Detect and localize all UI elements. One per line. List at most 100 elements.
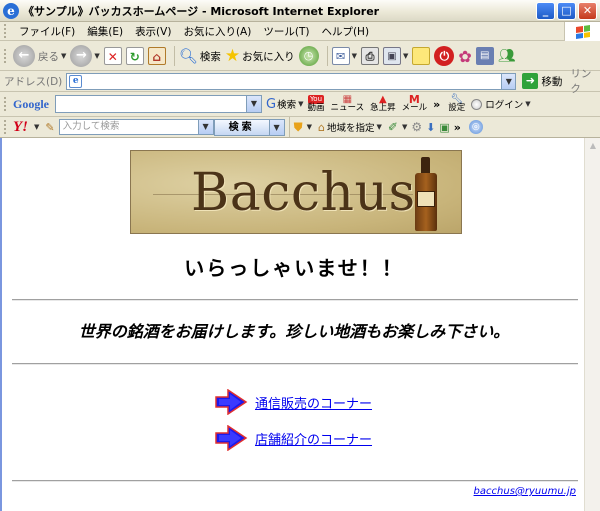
- google-settings-button[interactable]: 🔧︎ 設定: [448, 95, 465, 113]
- store-info-link[interactable]: 店舗紹介のコーナー: [255, 429, 372, 448]
- search-label: 検索: [199, 50, 221, 63]
- bookmark-icon[interactable]: ⬇: [426, 121, 435, 134]
- email-link[interactable]: bacchus@ryuumu.jp: [474, 486, 576, 497]
- minimize-button[interactable]: _: [536, 2, 555, 20]
- region-button[interactable]: ⌂ 地域を指定 ▼: [318, 120, 382, 135]
- more-chevron-icon[interactable]: »: [433, 98, 440, 111]
- research-icon: ▤: [475, 47, 494, 65]
- address-dropdown-button[interactable]: ▼: [502, 72, 517, 90]
- favorites-label: お気に入り: [242, 50, 295, 63]
- favorites-button[interactable]: ★ お気に入り: [225, 46, 295, 66]
- home-button[interactable]: ⌂: [147, 47, 166, 65]
- google-rising-button[interactable]: ▲ 急上昇: [370, 95, 396, 113]
- horizontal-rule: [12, 299, 578, 301]
- google-search-dropdown[interactable]: ▼: [247, 95, 262, 113]
- google-login-button[interactable]: ログイン ▼: [471, 97, 531, 111]
- address-bar: アドレス(D) e ▼ ➜ 移動 リンク: [0, 68, 600, 95]
- chevron-down-icon[interactable]: ▼: [94, 52, 99, 60]
- link-row-mail-order[interactable]: 通信販売のコーナー: [214, 389, 372, 415]
- yahoo-search-button[interactable]: 検索: [213, 118, 270, 136]
- toolbar-grip[interactable]: [4, 120, 7, 134]
- maximize-button[interactable]: □: [557, 2, 576, 20]
- chevron-down-icon[interactable]: ▼: [307, 123, 312, 131]
- go-button[interactable]: ➜ 移動: [522, 73, 562, 89]
- horizontal-rule: [12, 480, 578, 482]
- page-icon[interactable]: ▣: [439, 121, 449, 134]
- chevron-down-icon[interactable]: ▼: [352, 52, 357, 60]
- yahoo-search-options[interactable]: ▼: [269, 118, 285, 136]
- contacts-button[interactable]: 👥︎: [498, 48, 516, 64]
- more-chevron-icon[interactable]: »: [454, 121, 461, 134]
- print-button[interactable]: ⎙: [360, 47, 379, 65]
- address-input[interactable]: e: [66, 72, 503, 90]
- note-button[interactable]: [412, 47, 431, 65]
- window-title: 《サンプル》バッカスホームページ - Microsoft Internet Ex…: [23, 4, 380, 18]
- menu-view[interactable]: 表示(V): [129, 24, 177, 39]
- menu-favorites[interactable]: お気に入り(A): [177, 24, 257, 39]
- standard-toolbar: ← 戻る ▼ → ▼ ✕ ↻ ⌂ 🔍︎ 検索 ★ お気に入り ◷ ✉ ▼ ⎙ ▣…: [0, 42, 600, 71]
- edit-button[interactable]: ▣ ▼: [382, 47, 408, 65]
- mail-icon: ✉: [331, 47, 350, 65]
- menu-help[interactable]: ヘルプ(H): [315, 24, 375, 39]
- chevron-down-icon[interactable]: ▼: [525, 100, 530, 108]
- scroll-up-arrow-icon[interactable]: ▲: [585, 138, 600, 154]
- refresh-button[interactable]: ↻: [125, 47, 144, 65]
- google-toolbar: Google ▼ G 検索 ▼ You 動画 ▦ ニュース ▲ 急上昇 M メー…: [0, 92, 600, 117]
- tagline: 世界の銘酒をお届けします。珍しい地酒もお楽しみ下さい。: [78, 322, 510, 341]
- banner-logo-text: Bacchus: [191, 163, 416, 223]
- right-arrow-icon: [215, 389, 248, 415]
- menu-file[interactable]: ファイル(F): [13, 24, 81, 39]
- messenger-button[interactable]: ✿: [458, 47, 471, 66]
- go-label: 移動: [541, 75, 563, 88]
- history-button[interactable]: ◷: [298, 46, 319, 66]
- chevron-down-icon[interactable]: ▼: [298, 100, 303, 108]
- pencil-icon[interactable]: ✎: [45, 121, 54, 134]
- menu-tools[interactable]: ツール(T): [257, 24, 315, 39]
- yahoo-search-input[interactable]: 入力して検索: [58, 119, 199, 135]
- page-icon: e: [69, 74, 83, 88]
- toolbar-divider: [173, 46, 175, 66]
- mail-button[interactable]: ✉ ▼: [331, 47, 357, 65]
- popup-blocker-icon[interactable]: ⚙: [411, 120, 422, 134]
- chevron-down-icon[interactable]: ▼: [402, 123, 407, 131]
- globe-icon[interactable]: ◎: [468, 120, 483, 134]
- printer-icon: ⎙: [360, 47, 379, 65]
- mail-order-link[interactable]: 通信販売のコーナー: [255, 393, 372, 412]
- google-search-input[interactable]: [55, 95, 247, 113]
- messenger-icon: ✿: [458, 46, 472, 66]
- google-mail-button[interactable]: M メール: [402, 94, 428, 113]
- shield-icon[interactable]: ⛊: [294, 120, 303, 135]
- google-news-button[interactable]: ▦ ニュース: [331, 95, 365, 113]
- chevron-down-icon[interactable]: ▼: [403, 52, 408, 60]
- menu-bar: ファイル(F) 編集(E) 表示(V) お気に入り(A) ツール(T) ヘルプ(…: [0, 22, 600, 41]
- vertical-scrollbar[interactable]: ▲: [584, 138, 600, 511]
- window-title-bar[interactable]: e 《サンプル》バッカスホームページ - Microsoft Internet …: [0, 0, 600, 22]
- google-search-button[interactable]: G 検索 ▼: [266, 97, 303, 112]
- google-video-button[interactable]: You 動画: [307, 95, 325, 113]
- bottle-icon: [415, 157, 437, 231]
- toolbar-grip[interactable]: [4, 49, 7, 63]
- chevron-down-icon[interactable]: ▼: [34, 123, 39, 131]
- link-row-store-info[interactable]: 店舗紹介のコーナー: [214, 425, 372, 451]
- google-logo[interactable]: Google: [13, 97, 49, 112]
- refresh-icon: ↻: [125, 47, 144, 65]
- yahoo-search-dropdown[interactable]: ▼: [198, 119, 214, 135]
- go-arrow-icon: ➜: [522, 73, 539, 89]
- toolbar-divider: [326, 46, 328, 66]
- chevron-down-icon[interactable]: ▼: [61, 52, 66, 60]
- search-button[interactable]: 🔍︎ 検索: [179, 47, 221, 65]
- stop-button[interactable]: ✕: [103, 47, 122, 65]
- menu-edit[interactable]: 編集(E): [81, 24, 129, 39]
- yahoo-logo[interactable]: Y!: [13, 119, 28, 136]
- toolbar-grip[interactable]: [4, 97, 7, 111]
- toolbar-grip[interactable]: [4, 24, 7, 38]
- back-button[interactable]: ← 戻る ▼: [13, 45, 66, 67]
- forward-button[interactable]: → ▼: [70, 45, 100, 67]
- back-label: 戻る: [38, 50, 59, 63]
- chevron-down-icon[interactable]: ▼: [377, 123, 382, 131]
- close-button[interactable]: ✕: [578, 2, 597, 20]
- video-label: 動画: [307, 103, 325, 113]
- power-button[interactable]: ⏻: [434, 46, 455, 66]
- research-button[interactable]: ▤: [475, 47, 494, 65]
- highlighter-icon[interactable]: ✐: [388, 120, 398, 134]
